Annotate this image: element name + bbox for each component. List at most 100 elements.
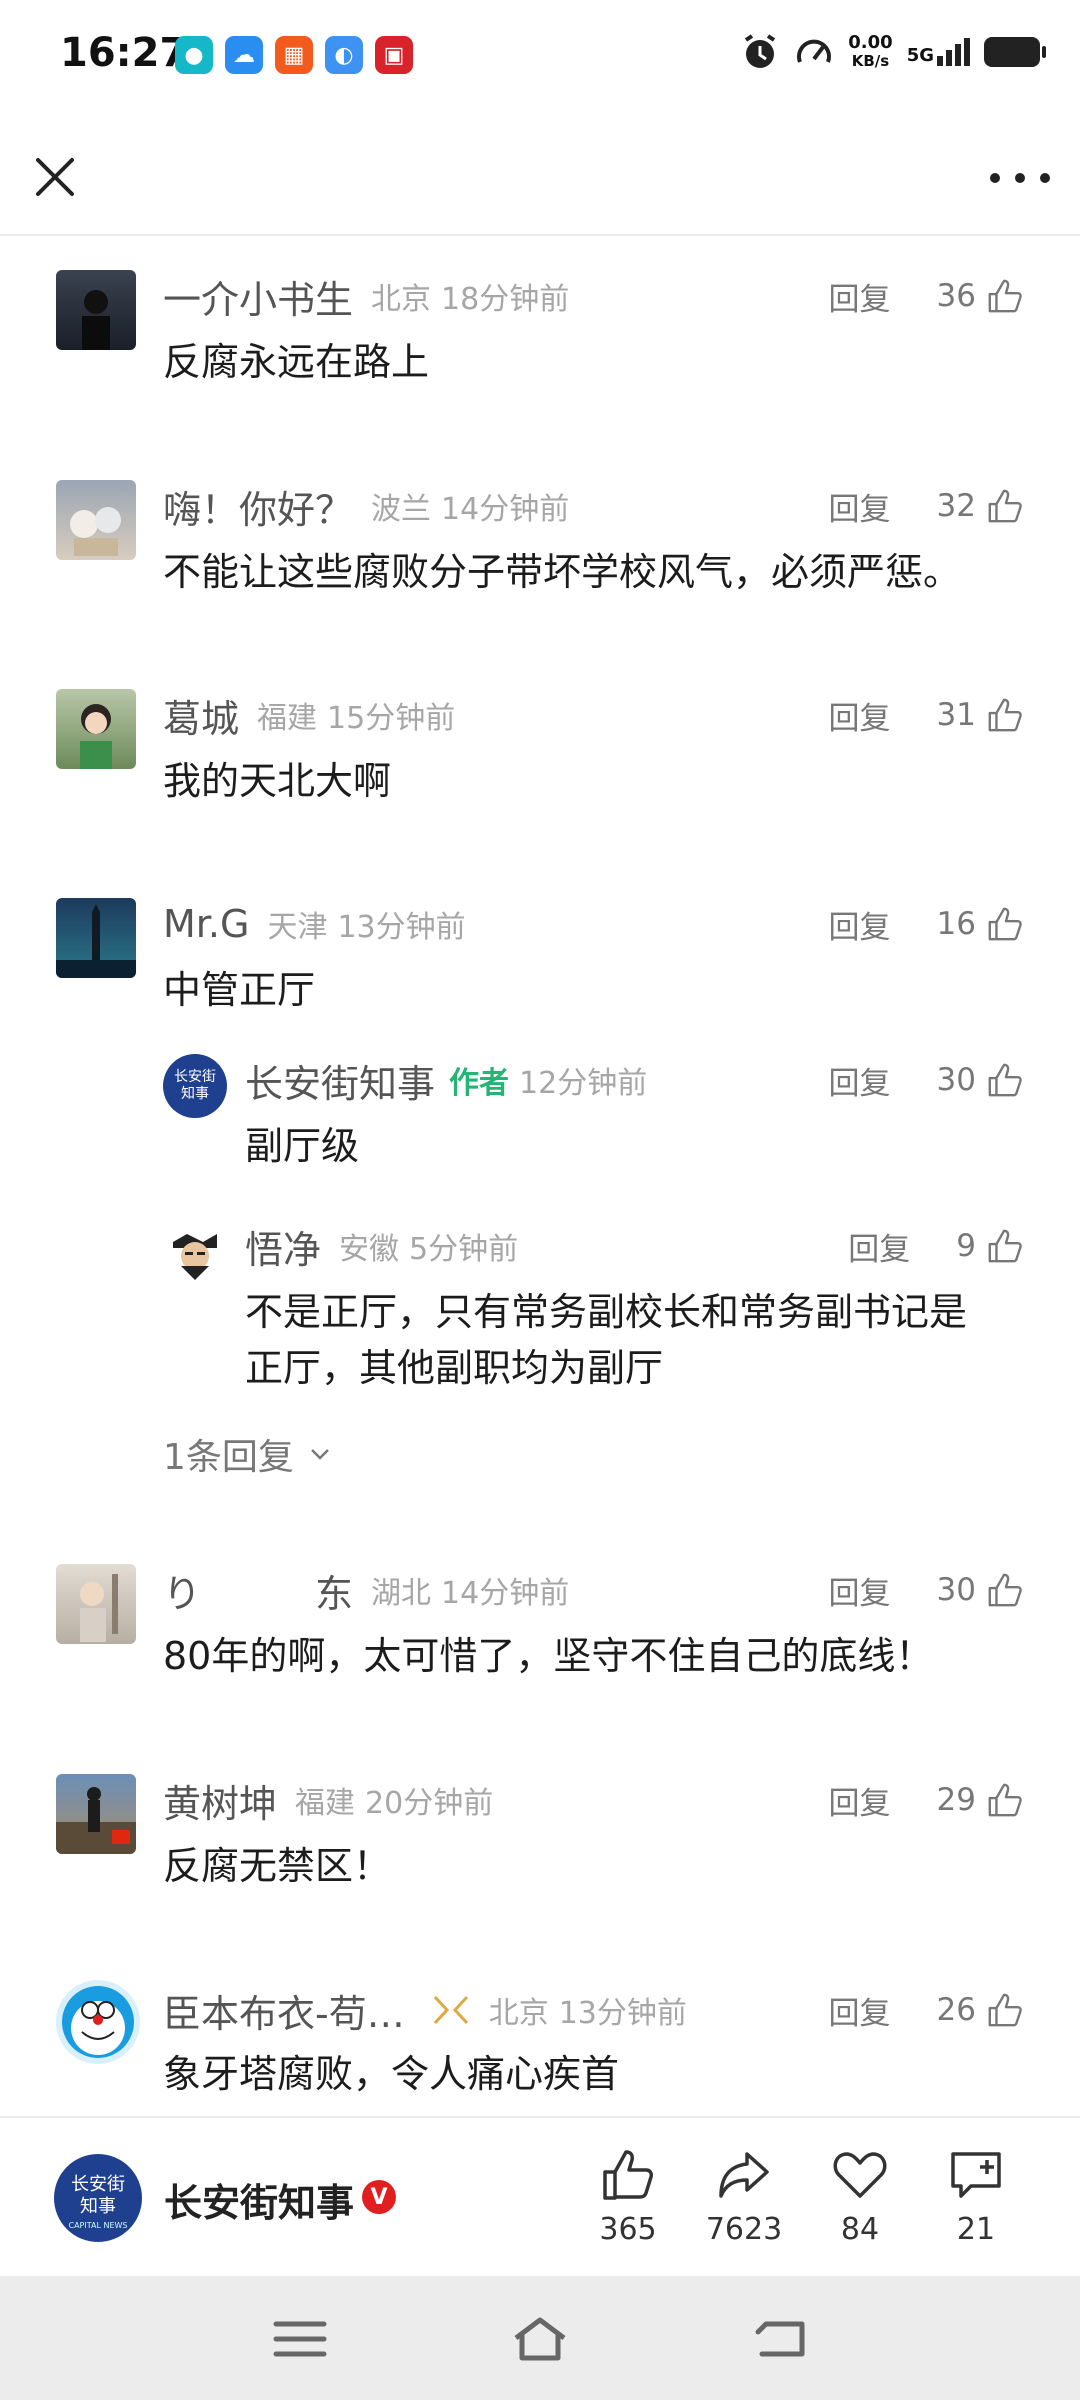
- reply-time: 12分钟前: [519, 1066, 648, 1101]
- like-count: 30: [936, 1062, 976, 1098]
- user-avatar[interactable]: [56, 1564, 136, 1644]
- camera-app-icon: ●: [175, 36, 213, 74]
- comment-username[interactable]: 一介小书生: [163, 269, 353, 324]
- comment-location: 湖北: [371, 1576, 432, 1611]
- reply-button[interactable]: 回复: [829, 1058, 891, 1103]
- author-avatar-text: 知事: [80, 2196, 116, 2217]
- battery-icon: [984, 37, 1046, 67]
- reply-text-line: 正厅，其他副职均为副厅: [245, 1346, 664, 1390]
- user-avatar[interactable]: [56, 1774, 136, 1854]
- thumbs-up-icon[interactable]: [986, 1061, 1024, 1099]
- back-icon[interactable]: [750, 2312, 810, 2366]
- expand-replies-label: 1条回复: [163, 1437, 294, 1478]
- author-avatar[interactable]: 长安街 知事 CAPITAL NEWS: [54, 2154, 142, 2242]
- comment-username[interactable]: 嗨！你好？: [163, 479, 353, 534]
- user-avatar[interactable]: [56, 480, 136, 560]
- reply-text: 副厅级: [245, 1124, 360, 1168]
- more-dot-icon: [1040, 173, 1050, 183]
- like-count: 26: [936, 1992, 976, 2028]
- comment-total: 21: [956, 2212, 996, 2247]
- comment-location: 波兰: [371, 492, 432, 527]
- thumbs-up-icon[interactable]: [986, 1781, 1024, 1819]
- comment-time: 13分钟前: [558, 1996, 687, 2031]
- reply-avatar[interactable]: [163, 1222, 227, 1286]
- comment-username[interactable]: 黄树坤: [163, 1773, 277, 1828]
- user-avatar[interactable]: [56, 898, 136, 978]
- comment-text: 象牙塔腐败，令人痛心疾首: [163, 2052, 620, 2096]
- share-button[interactable]: 7623: [694, 2146, 794, 2247]
- reply-username[interactable]: 长安街知事: [245, 1053, 435, 1108]
- share-total: 7623: [705, 2212, 783, 2247]
- author-name[interactable]: 长安街知事: [164, 2172, 354, 2227]
- thumbs-up-icon[interactable]: [986, 1227, 1024, 1265]
- comment-location: 天津: [267, 910, 328, 945]
- thumbs-up-icon[interactable]: [986, 1991, 1024, 2029]
- user-avatar[interactable]: [56, 689, 136, 769]
- like-button[interactable]: 365: [578, 2146, 678, 2247]
- like-count: 36: [936, 278, 976, 314]
- close-button[interactable]: [30, 152, 80, 202]
- reply-button[interactable]: 回复: [829, 1988, 891, 2033]
- speedometer-icon: [797, 39, 832, 63]
- network-speed: 0.00 KB/s: [848, 32, 893, 70]
- thumbs-up-icon[interactable]: [986, 277, 1024, 315]
- expand-replies-button[interactable]: 1条回复: [163, 1428, 332, 1480]
- cloud-app-icon: ☁: [225, 36, 263, 74]
- like-count: 30: [936, 1572, 976, 1608]
- status-indicators: 0.00 KB/s 5G: [740, 32, 1046, 72]
- system-nav-bar: [0, 2276, 1080, 2400]
- like-count: 9: [956, 1228, 976, 1264]
- article-action-bar: 长安街 知事 CAPITAL NEWS 长安街知事 V 365 7623 84 …: [0, 2116, 1080, 2278]
- author-avatar-text: CAPITAL NEWS: [68, 2221, 127, 2230]
- like-count: 32: [936, 488, 976, 524]
- comment-time: 20分钟前: [365, 1786, 494, 1821]
- reply-text: 不是正厅，只有常务副校长和常务副书记是 正厅，其他副职均为副厅: [245, 1284, 967, 1396]
- thumbs-up-icon[interactable]: [986, 905, 1024, 943]
- comment-username[interactable]: り 东: [163, 1563, 353, 1618]
- vip-badge-icon: [433, 1995, 468, 2025]
- comment-location: 北京: [488, 1996, 549, 2031]
- comment-button[interactable]: 21: [926, 2146, 1026, 2247]
- home-icon[interactable]: [510, 2312, 570, 2366]
- reply-button[interactable]: 回复: [829, 902, 891, 947]
- like-count: 29: [936, 1782, 976, 1818]
- more-options-button[interactable]: [990, 166, 1050, 190]
- reply-username[interactable]: 悟净: [245, 1219, 321, 1274]
- comment-text: 反腐无禁区！: [163, 1844, 392, 1888]
- reply-text-line: 不是正厅，只有常务副校长和常务副书记是: [245, 1290, 968, 1334]
- reply-button[interactable]: 回复: [829, 484, 891, 529]
- more-dot-icon: [1015, 173, 1025, 183]
- reply-button[interactable]: 回复: [829, 693, 891, 738]
- thumbs-up-icon: [603, 2150, 653, 2200]
- favorite-button[interactable]: 84: [810, 2146, 910, 2247]
- comment-username[interactable]: Mr.G: [163, 902, 249, 946]
- like-count: 16: [936, 906, 976, 942]
- reply-button[interactable]: 回复: [848, 1224, 910, 1269]
- reply-button[interactable]: 回复: [829, 1778, 891, 1823]
- comment-text: 反腐永远在路上: [163, 340, 430, 384]
- thumbs-up-icon[interactable]: [986, 696, 1024, 734]
- menu-icon[interactable]: [270, 2312, 330, 2366]
- files-app-icon: ◐: [325, 36, 363, 74]
- thumbs-up-icon[interactable]: [986, 1571, 1024, 1609]
- comment-username[interactable]: 臣本布衣-苟…: [163, 1983, 405, 2038]
- comment-text: 80年的啊，太可惜了，坚守不住自己的底线！: [163, 1634, 934, 1678]
- user-avatar[interactable]: [56, 1980, 140, 2064]
- status-app-icons: ● ☁ ▦ ◐ ▣: [175, 36, 413, 74]
- comment-time: 14分钟前: [441, 492, 570, 527]
- comment-time: 13分钟前: [337, 910, 466, 945]
- alarm-icon: [745, 34, 776, 68]
- reply-avatar[interactable]: 长安街 知事: [163, 1054, 227, 1118]
- close-icon: [36, 158, 74, 196]
- comment-text: 我的天北大啊: [163, 759, 392, 803]
- thumbs-up-icon[interactable]: [986, 487, 1024, 525]
- reply-button[interactable]: 回复: [829, 274, 891, 319]
- user-avatar[interactable]: [56, 270, 136, 350]
- add-comment-icon: [951, 2152, 1001, 2198]
- like-total: 365: [599, 2212, 657, 2247]
- comment-username[interactable]: 葛城: [163, 688, 239, 743]
- reply-button[interactable]: 回复: [829, 1568, 891, 1613]
- top-nav: [0, 110, 1080, 236]
- svg-text:长安街: 长安街: [174, 1069, 216, 1085]
- comment-time: 18分钟前: [441, 282, 570, 317]
